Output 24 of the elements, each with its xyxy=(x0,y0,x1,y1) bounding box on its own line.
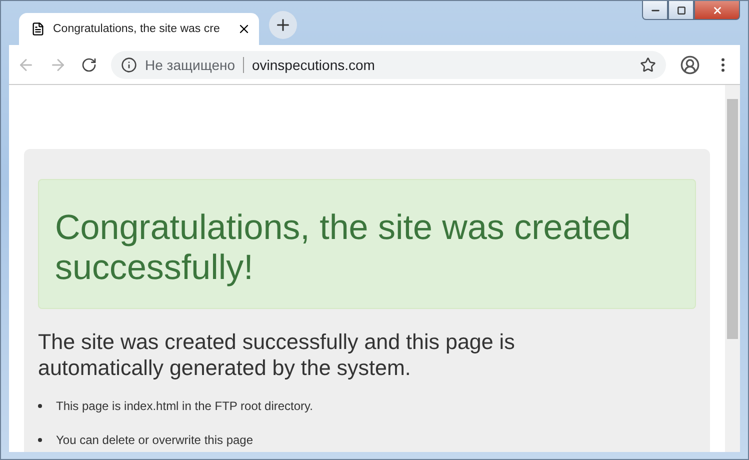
account-icon[interactable] xyxy=(680,54,700,74)
maximize-button[interactable] xyxy=(668,1,694,20)
list-item: This page is index.html in the FTP root directory. xyxy=(56,399,313,413)
browser-tab[interactable]: Congratulations, the site was cre xyxy=(19,13,259,45)
scrollbar[interactable] xyxy=(725,85,740,452)
minimize-button[interactable] xyxy=(642,1,668,20)
plus-icon xyxy=(274,16,292,34)
new-tab-button[interactable] xyxy=(269,11,297,39)
success-alert: Congratulations, the site was created successfully! xyxy=(38,179,696,309)
security-label: Не защищено xyxy=(145,56,244,72)
page-icon xyxy=(31,22,45,36)
list-item: You can delete or overwrite this page xyxy=(56,433,254,447)
close-icon xyxy=(712,4,722,16)
address-bar[interactable]: Не защищено ovinspecutions.com xyxy=(111,50,666,78)
reload-icon[interactable] xyxy=(81,56,97,72)
bullet-icon xyxy=(38,438,42,442)
info-icon[interactable] xyxy=(121,56,137,72)
close-button[interactable] xyxy=(694,1,740,20)
maximize-icon xyxy=(676,6,686,14)
close-icon[interactable] xyxy=(237,22,251,36)
bullet-icon xyxy=(38,404,42,408)
page-heading: The site was created successfully and this page is automatically generated by the system. xyxy=(38,329,516,381)
url-text: ovinspecutions.com xyxy=(252,56,376,72)
star-icon[interactable] xyxy=(640,56,656,72)
